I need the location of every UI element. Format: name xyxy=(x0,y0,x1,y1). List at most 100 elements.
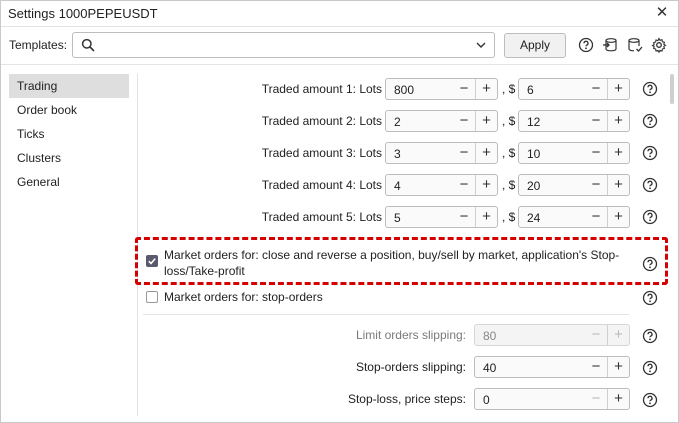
help-icon[interactable] xyxy=(642,81,658,97)
help-icon[interactable] xyxy=(642,209,658,225)
limit-slipping-label: Limit orders slipping: xyxy=(355,328,466,342)
minus-icon[interactable]: − xyxy=(453,175,475,195)
plus-icon[interactable]: + xyxy=(607,175,629,195)
lots-stepper[interactable]: 2 − + xyxy=(385,110,498,132)
help-icon[interactable] xyxy=(642,145,658,161)
minus-icon[interactable]: − xyxy=(453,143,475,163)
gear-icon[interactable] xyxy=(651,37,667,53)
market-orders-stop-checkbox[interactable] xyxy=(146,291,158,303)
market-orders-stop-label: Market orders for: stop-orders xyxy=(164,290,323,304)
usd-separator: , $ xyxy=(502,210,516,224)
stop-slipping-label: Stop-orders slipping: xyxy=(355,360,466,374)
usd-value[interactable]: 10 xyxy=(527,147,540,161)
usd-value[interactable]: 20 xyxy=(527,179,540,193)
lots-stepper[interactable]: 3 − + xyxy=(385,142,498,164)
sl-steps-label: Stop-loss, price steps: xyxy=(347,392,466,406)
usd-stepper[interactable]: 10 − + xyxy=(518,142,630,164)
help-icon[interactable] xyxy=(642,360,658,376)
sl-steps-value[interactable]: 0 xyxy=(483,393,490,407)
minus-icon: − xyxy=(591,326,601,343)
help-icon[interactable] xyxy=(578,37,594,53)
window-title: Settings 1000PEPEUSDT xyxy=(8,6,158,21)
traded-amount-label: Traded amount 1: Lots xyxy=(261,82,382,96)
help-icon[interactable] xyxy=(642,256,658,272)
traded-amount-label: Traded amount 3: Lots xyxy=(261,146,382,160)
templates-label: Templates: xyxy=(9,38,68,52)
plus-icon[interactable]: + xyxy=(475,143,497,163)
lots-stepper[interactable]: 4 − + xyxy=(385,174,498,196)
plus-icon[interactable]: + xyxy=(607,79,629,99)
traded-amount-label: Traded amount 4: Lots xyxy=(261,178,382,192)
plus-icon[interactable]: + xyxy=(475,111,497,131)
minus-icon[interactable]: − xyxy=(585,143,607,163)
plus-icon[interactable]: + xyxy=(607,111,629,131)
sidebar-item-general[interactable]: General xyxy=(9,170,129,194)
market-orders-close-label: Market orders for: close and reverse a p… xyxy=(164,248,620,278)
usd-stepper[interactable]: 20 − + xyxy=(518,174,630,196)
plus-icon[interactable]: + xyxy=(607,143,629,163)
lots-value[interactable]: 4 xyxy=(394,179,401,193)
help-icon[interactable] xyxy=(642,113,658,129)
apply-button[interactable]: Apply xyxy=(504,33,566,58)
usd-separator: , $ xyxy=(502,114,516,128)
checkmark-icon xyxy=(148,258,156,265)
content-scrollbar[interactable] xyxy=(670,74,674,104)
minus-icon[interactable]: − xyxy=(585,357,607,377)
minus-icon[interactable]: − xyxy=(453,111,475,131)
lots-value[interactable]: 5 xyxy=(394,211,401,225)
sidebar-divider xyxy=(137,74,138,416)
minus-icon: − xyxy=(591,390,601,407)
lots-value[interactable]: 2 xyxy=(394,115,401,129)
usd-value[interactable]: 12 xyxy=(527,115,540,129)
minus-icon[interactable]: − xyxy=(453,79,475,99)
plus-icon[interactable]: + xyxy=(475,207,497,227)
plus-icon[interactable]: + xyxy=(607,207,629,227)
sidebar-item-trading[interactable]: Trading xyxy=(9,74,129,98)
chevron-down-icon[interactable] xyxy=(474,38,488,52)
lots-value[interactable]: 3 xyxy=(394,147,401,161)
help-icon[interactable] xyxy=(642,392,658,408)
plus-icon[interactable]: + xyxy=(607,357,629,377)
help-icon[interactable] xyxy=(642,177,658,193)
traded-amount-label: Traded amount 5: Lots xyxy=(261,210,382,224)
stop-slipping-stepper[interactable]: 40 − + xyxy=(474,356,630,378)
help-icon[interactable] xyxy=(642,290,658,306)
help-icon[interactable] xyxy=(642,328,658,344)
section-divider xyxy=(143,314,629,315)
usd-stepper[interactable]: 12 − + xyxy=(518,110,630,132)
minus-icon[interactable]: − xyxy=(453,207,475,227)
templates-combobox[interactable] xyxy=(72,32,495,58)
sidebar-item-clusters[interactable]: Clusters xyxy=(9,146,129,170)
title-bar: Settings 1000PEPEUSDT ✕ xyxy=(1,1,678,27)
lots-value[interactable]: 800 xyxy=(394,83,414,97)
stop-slipping-value[interactable]: 40 xyxy=(483,361,496,375)
minus-icon[interactable]: − xyxy=(585,207,607,227)
plus-icon[interactable]: + xyxy=(607,389,629,409)
plus-icon[interactable]: + xyxy=(475,175,497,195)
search-icon xyxy=(81,38,95,52)
limit-slipping-value: 80 xyxy=(483,329,497,343)
lots-stepper[interactable]: 800 − + xyxy=(385,78,498,100)
market-orders-close-checkbox[interactable] xyxy=(146,255,158,267)
minus-icon[interactable]: − xyxy=(585,175,607,195)
plus-icon[interactable]: + xyxy=(475,79,497,99)
lots-stepper[interactable]: 5 − + xyxy=(385,206,498,228)
usd-stepper[interactable]: 24 − + xyxy=(518,206,630,228)
sidebar-item-order-book[interactable]: Order book xyxy=(9,98,129,122)
sl-steps-stepper[interactable]: 0 − + xyxy=(474,388,630,410)
close-icon[interactable]: ✕ xyxy=(652,3,672,23)
plus-icon: + xyxy=(607,325,629,345)
import-template-icon[interactable] xyxy=(602,37,618,53)
usd-value[interactable]: 24 xyxy=(527,211,540,225)
usd-value[interactable]: 6 xyxy=(527,83,534,97)
traded-amount-label: Traded amount 2: Lots xyxy=(261,114,382,128)
limit-slipping-stepper: 80 − + xyxy=(474,324,630,346)
toolbar-divider xyxy=(1,64,678,65)
minus-icon[interactable]: − xyxy=(585,111,607,131)
sidebar-item-ticks[interactable]: Ticks xyxy=(9,122,129,146)
usd-separator: , $ xyxy=(502,146,516,160)
save-template-icon[interactable] xyxy=(627,37,643,53)
usd-stepper[interactable]: 6 − + xyxy=(518,78,630,100)
minus-icon[interactable]: − xyxy=(585,79,607,99)
sidebar: Trading Order book Ticks Clusters Genera… xyxy=(9,74,129,194)
